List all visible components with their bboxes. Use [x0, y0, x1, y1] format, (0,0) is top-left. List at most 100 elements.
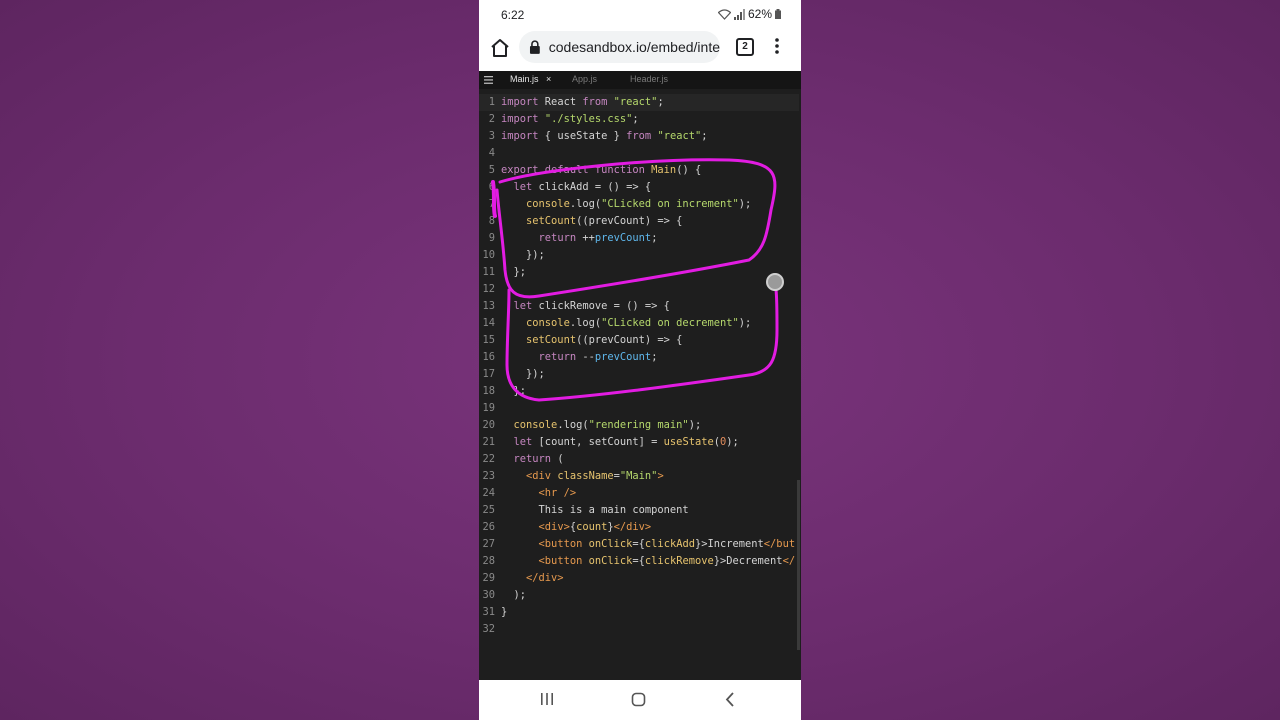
lock-icon: [529, 40, 540, 54]
line-number: 15: [482, 334, 495, 346]
line-number: 22: [482, 453, 495, 465]
code-token: }>Increment: [694, 538, 764, 550]
code-token: count: [576, 521, 608, 533]
line-source: This is a main component: [501, 502, 689, 519]
code-token: "rendering main": [588, 419, 689, 431]
line-source: return --prevCount;: [501, 349, 658, 366]
line-number: 18: [482, 385, 495, 397]
code-editor[interactable]: 1 import React from "react"; 2 import "./st…: [479, 94, 801, 680]
code-token: .log(: [569, 317, 602, 329]
line-number: 16: [482, 351, 495, 363]
tab-header-js[interactable]: Header.js: [630, 74, 668, 84]
code-token: This is a main component: [501, 504, 689, 516]
code-token: ;: [651, 351, 658, 363]
scrollbar[interactable]: [797, 480, 800, 650]
tab-switcher-button[interactable]: 2: [736, 38, 754, 56]
line-source: import { useState } from "react";: [501, 128, 708, 145]
tab-app-js[interactable]: App.js: [572, 74, 597, 84]
line-source: return ++prevCount;: [501, 230, 658, 247]
line-source: </div>: [501, 570, 564, 587]
editor-tab-bar: Main.js × App.js Header.js: [479, 71, 801, 89]
browser-toolbar: codesandbox.io/embed/inte 2: [479, 28, 801, 71]
line-source: import React from "react";: [501, 94, 664, 111]
code-token: }>Decrement: [713, 555, 783, 567]
line-number: 26: [482, 521, 495, 533]
line-number: 28: [482, 555, 495, 567]
code-token: };: [501, 385, 527, 397]
code-token: prevCount: [594, 232, 652, 244]
line-source: let clickRemove = () => {: [501, 298, 670, 315]
tab-main-js[interactable]: Main.js: [510, 74, 539, 84]
line-number: 20: [482, 419, 495, 431]
touch-cursor: [766, 273, 784, 291]
code-token: console: [526, 317, 570, 329]
code-token: </but: [763, 538, 796, 550]
more-vert-icon[interactable]: [775, 38, 779, 54]
line-number: 25: [482, 504, 495, 516]
code-token: );: [688, 419, 702, 431]
android-nav-bar: [479, 680, 801, 720]
code-token: return: [513, 453, 552, 465]
code-token: clickAdd: [644, 538, 695, 550]
code-token: setCount: [526, 215, 577, 227]
line-source: console.log("CLicked on decrement");: [501, 315, 751, 332]
url-text: codesandbox.io/embed/inte: [548, 39, 720, 55]
code-token: [count, setCount] =: [532, 436, 664, 448]
line-source: });: [501, 366, 545, 383]
code-token: "Main": [619, 470, 658, 482]
recents-icon[interactable]: [540, 692, 554, 706]
code-token: (: [551, 453, 564, 465]
code-token: ((prevCount) => {: [576, 334, 683, 346]
line-number: 4: [488, 147, 495, 159]
code-token: <div>: [538, 521, 570, 533]
code-token: console: [526, 198, 570, 210]
home-nav-icon[interactable]: [631, 692, 646, 707]
code-token: .log(: [557, 419, 589, 431]
line-source: import "./styles.css";: [501, 111, 639, 128]
line-number: 12: [482, 283, 495, 295]
close-tab-icon[interactable]: ×: [546, 74, 551, 84]
line-source: return (: [501, 451, 564, 468]
code-token: ((prevCount) => {: [576, 215, 683, 227]
code-token: ;: [632, 113, 639, 125]
line-number: 29: [482, 572, 495, 584]
code-token: import: [501, 130, 539, 142]
line-number: 5: [488, 164, 495, 176]
hamburger-menu-icon[interactable]: [484, 76, 493, 84]
code-token: });: [501, 368, 545, 380]
code-token: onClick: [588, 538, 633, 550]
line-source: setCount((prevCount) => {: [501, 332, 682, 349]
phone-screen: 6:22 62% codesandbox.io/embed/inte 2 Mai…: [479, 0, 801, 720]
code-token: "react": [657, 130, 702, 142]
code-token: <div: [526, 470, 552, 482]
code-token: ;: [657, 96, 664, 108]
code-token: onClick: [588, 555, 633, 567]
address-bar[interactable]: codesandbox.io/embed/inte: [519, 31, 720, 63]
line-number: 7: [488, 198, 495, 210]
home-icon[interactable]: [489, 37, 511, 59]
line-number: 1: [488, 96, 495, 108]
status-time: 6:22: [501, 8, 525, 22]
code-token: </: [782, 555, 796, 567]
line-source: export default function Main() {: [501, 162, 701, 179]
status-right: 62%: [717, 7, 781, 21]
line-source: );: [501, 587, 527, 604]
code-token: </div>: [613, 521, 652, 533]
line-source: <hr />: [501, 485, 577, 502]
back-icon[interactable]: [724, 692, 736, 707]
line-source: let [count, setCount] = useState(0);: [501, 434, 739, 451]
code-token: "react": [613, 96, 658, 108]
line-source: };: [501, 264, 527, 281]
code-token: .log(: [569, 198, 602, 210]
code-token: clickRemove = () => {: [532, 300, 670, 312]
code-token: );: [738, 317, 752, 329]
code-token: "./styles.css": [544, 113, 633, 125]
code-token: return: [538, 232, 577, 244]
